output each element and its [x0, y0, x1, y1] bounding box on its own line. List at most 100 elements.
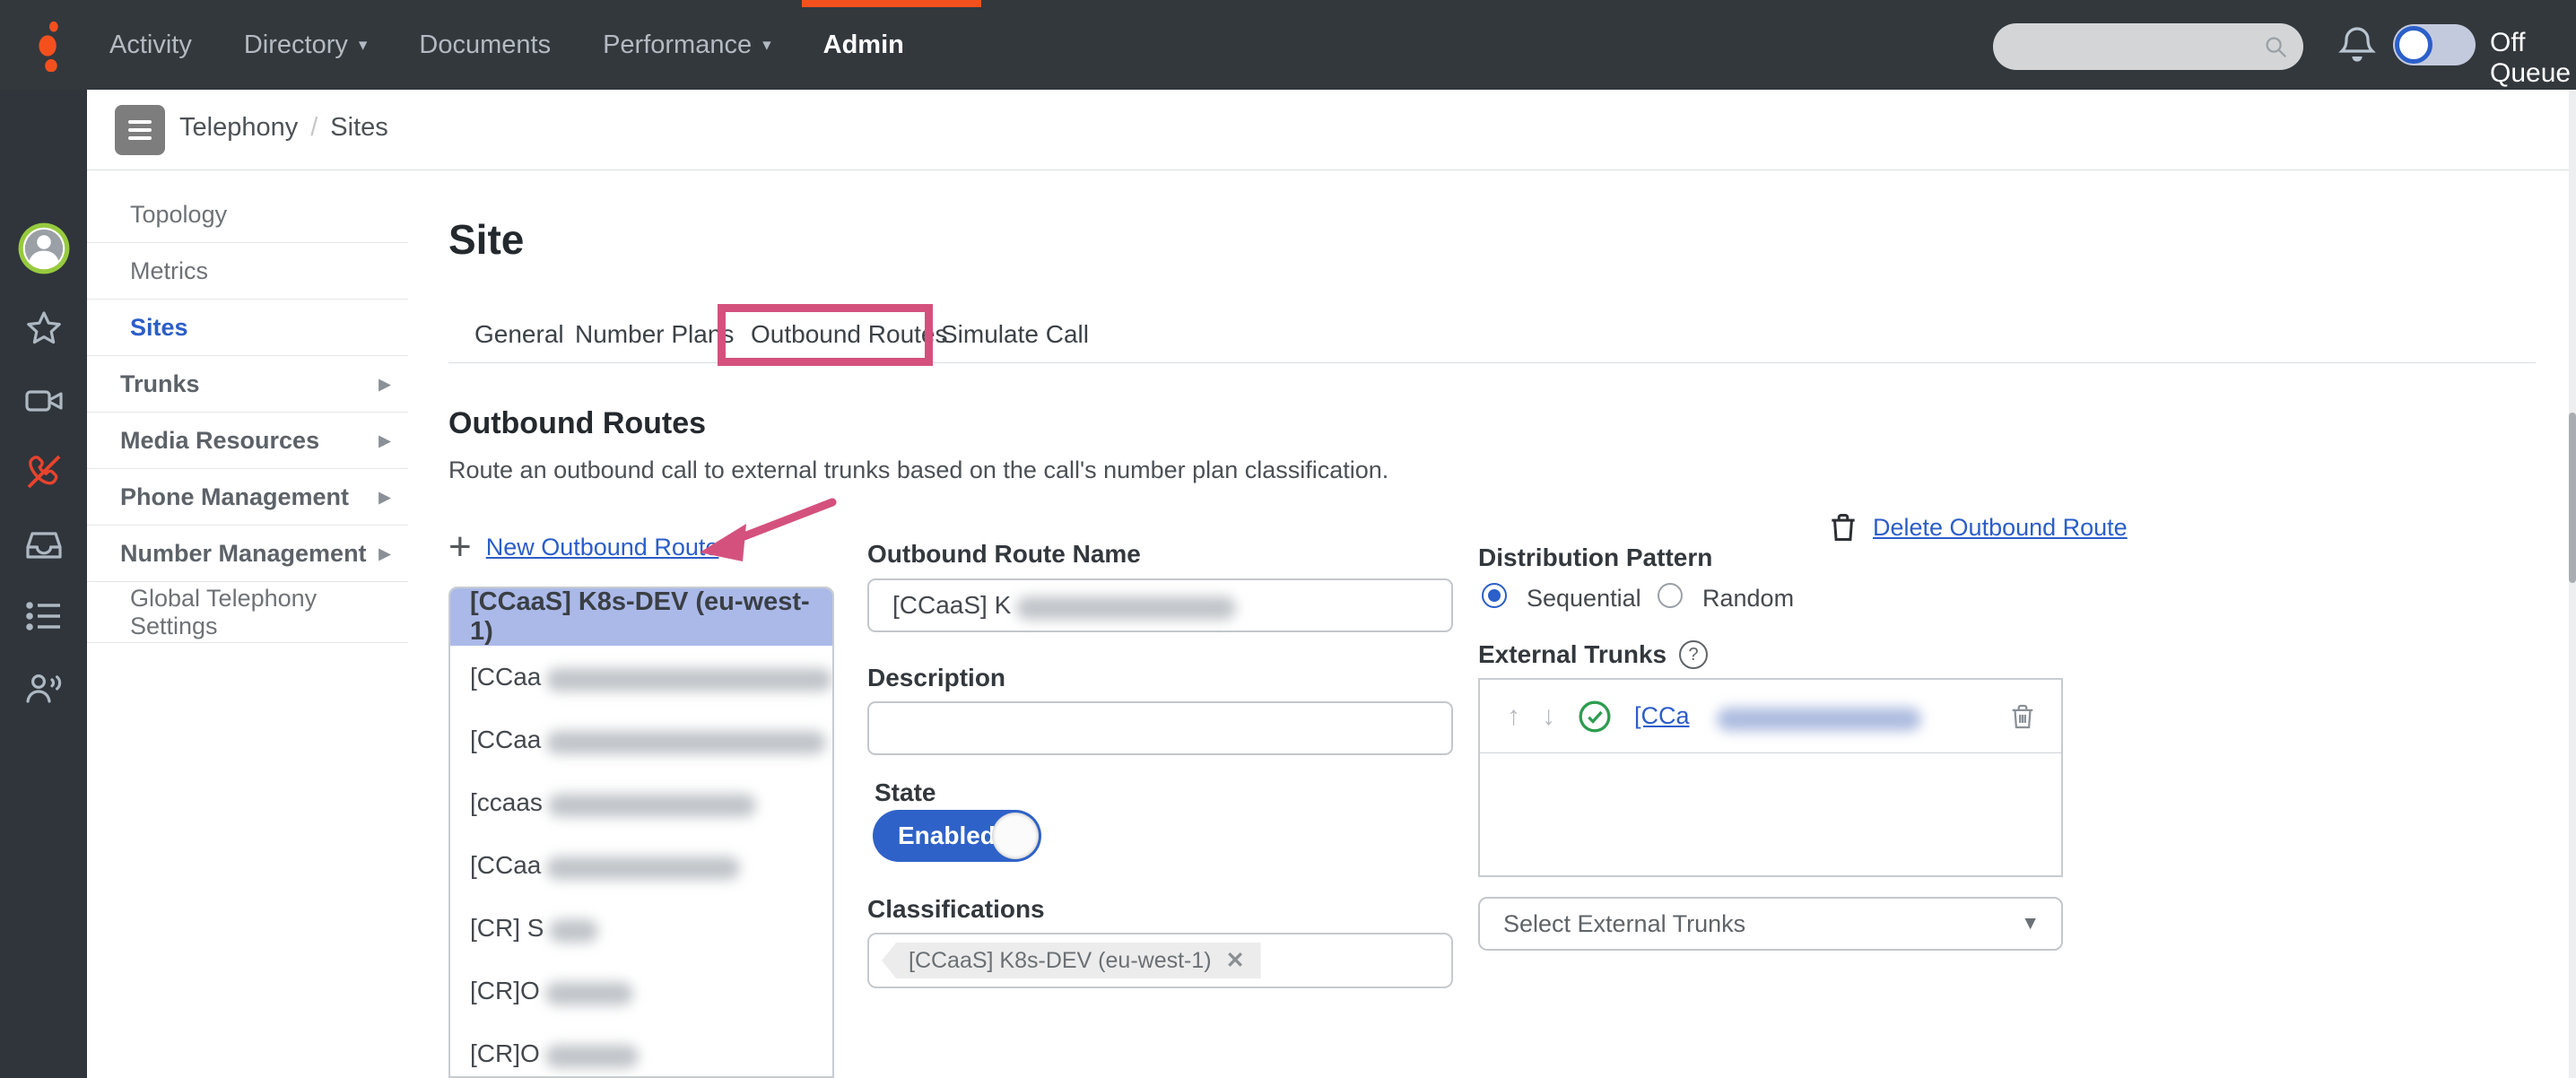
chevron-right-icon: ▸ — [379, 427, 390, 454]
breadcrumb-bar: Telephony / Sites — [87, 90, 2576, 170]
list-icon — [22, 595, 65, 638]
nav-item-performance[interactable]: Performance▾ — [603, 30, 771, 60]
sidebar-item-global-telephony-settings[interactable]: Global Telephony Settings — [87, 582, 408, 643]
left-icon-rail — [0, 90, 87, 1078]
select-external-trunks-dropdown[interactable]: Select External Trunks ▼ — [1478, 897, 2063, 951]
redacted-text — [549, 919, 598, 943]
sidebar-item-sites[interactable]: Sites — [87, 300, 408, 356]
new-outbound-route-button[interactable]: + New Outbound Route — [448, 529, 718, 565]
radio-sequential[interactable] — [1482, 583, 1507, 608]
move-down-icon[interactable]: ↓ — [1542, 701, 1555, 732]
check-circle-icon — [1577, 699, 1613, 735]
sidebar-item-trunks[interactable]: Trunks▸ — [87, 356, 408, 413]
trunk-row: ↑ ↓ [CCa — [1480, 680, 2061, 753]
description-input[interactable] — [867, 701, 1453, 755]
breadcrumb-page: Sites — [330, 113, 387, 143]
plus-icon: + — [448, 529, 472, 565]
sidebar-item-media-resources[interactable]: Media Resources▸ — [87, 413, 408, 469]
menu-toggle-button[interactable] — [115, 105, 165, 155]
route-name-label: Outbound Route Name — [867, 540, 1141, 569]
agent-speaking-button[interactable] — [0, 667, 87, 710]
route-name-input[interactable]: [CCaaS] K — [867, 578, 1453, 632]
redacted-text — [1717, 708, 1921, 731]
nav-item-activity[interactable]: Activity — [109, 30, 192, 60]
trunk-link[interactable]: [CCa — [1634, 702, 1690, 730]
tab-simulate-call[interactable]: Simulate Call — [941, 320, 1089, 349]
notifications-bell-icon[interactable] — [2336, 22, 2379, 67]
toggle-knob — [992, 813, 1039, 859]
lists-button[interactable] — [0, 595, 87, 638]
nav-item-documents[interactable]: Documents — [419, 30, 551, 60]
redacted-text — [546, 731, 826, 754]
page-scrollbar-thumb[interactable] — [2569, 413, 2576, 583]
section-description: Route an outbound call to external trunk… — [448, 456, 1388, 484]
classifications-input[interactable]: [CCaaS] K8s-DEV (eu-west-1) ✕ — [867, 933, 1453, 988]
breadcrumb-section[interactable]: Telephony — [179, 113, 298, 143]
route-list-item[interactable]: [ccaas — [450, 771, 832, 834]
search-input[interactable] — [2011, 27, 2253, 66]
sidebar-item-number-management[interactable]: Number Management▸ — [87, 526, 408, 582]
call-disabled-button[interactable] — [0, 450, 87, 493]
caret-down-icon: ▾ — [359, 35, 368, 56]
radio-sequential-label: Sequential — [1527, 585, 1641, 613]
annotation-highlight-box — [718, 304, 933, 366]
description-label: Description — [867, 664, 1005, 692]
chevron-right-icon: ▸ — [379, 483, 390, 510]
video-button[interactable] — [0, 379, 87, 422]
dropdown-caret-icon: ▼ — [2021, 913, 2040, 935]
radio-random-label: Random — [1702, 585, 1794, 613]
external-trunks-box: ↑ ↓ [CCa — [1478, 678, 2063, 877]
sidebar-item-phone-management[interactable]: Phone Management▸ — [87, 469, 408, 526]
queue-status-toggle[interactable] — [2393, 24, 2476, 65]
sidebar-item-topology[interactable]: Topology — [87, 187, 408, 243]
help-icon[interactable]: ? — [1679, 640, 1708, 669]
tab-general[interactable]: General — [474, 320, 564, 349]
inbox-button[interactable] — [0, 523, 87, 566]
redacted-text — [1016, 596, 1236, 620]
chevron-right-icon: ▸ — [379, 540, 390, 567]
classification-tag: [CCaaS] K8s-DEV (eu-west-1) ✕ — [882, 943, 1261, 978]
radio-random[interactable] — [1658, 583, 1683, 608]
genesys-logo-icon — [34, 20, 66, 72]
route-list-item-selected[interactable]: [CCaaS] K8s-DEV (eu-west-1) — [450, 588, 832, 646]
route-list-item[interactable]: [CR]O — [450, 1022, 832, 1078]
avatar-online-icon — [16, 221, 72, 276]
remove-trunk-trash-icon[interactable] — [2007, 700, 2038, 733]
nav-item-admin[interactable]: Admin — [823, 30, 904, 60]
person-sound-icon — [22, 667, 65, 710]
video-camera-icon — [22, 379, 65, 422]
route-list-item[interactable]: [CR]O — [450, 960, 832, 1022]
telephony-sidebar: Topology Metrics Sites Trunks▸ Media Res… — [87, 187, 408, 643]
classifications-label: Classifications — [867, 895, 1045, 924]
user-avatar[interactable] — [0, 221, 87, 276]
route-list-item[interactable]: [CCaa — [450, 834, 832, 897]
redacted-text — [548, 794, 756, 817]
favorites-button[interactable] — [0, 308, 87, 351]
route-list-item[interactable]: [CCaa — [450, 709, 832, 771]
state-toggle[interactable]: Enabled — [873, 810, 1041, 862]
remove-tag-icon[interactable]: ✕ — [1226, 947, 1245, 974]
route-list-item[interactable]: [CCaa — [450, 646, 832, 709]
delete-outbound-route-button[interactable]: Delete Outbound Route — [1826, 509, 2128, 545]
top-nav-bar: Activity Directory▾ Documents Performanc… — [0, 0, 2576, 90]
search-icon — [2262, 33, 2289, 60]
tab-number-plans[interactable]: Number Plans — [575, 320, 734, 349]
section-heading: Outbound Routes — [448, 406, 706, 441]
caret-down-icon: ▾ — [762, 35, 771, 56]
delete-outbound-route-label: Delete Outbound Route — [1873, 514, 2128, 542]
nav-item-directory[interactable]: Directory▾ — [244, 30, 368, 60]
breadcrumb-separator: / — [310, 113, 318, 143]
redacted-text — [545, 1045, 639, 1068]
route-list-item[interactable]: [CR] S — [450, 897, 832, 960]
sidebar-item-metrics[interactable]: Metrics — [87, 243, 408, 300]
redacted-text — [545, 982, 633, 1005]
trash-icon — [1826, 509, 1860, 545]
distribution-pattern-label: Distribution Pattern — [1478, 543, 1712, 572]
queue-status-label: Off Queue — [2490, 28, 2576, 89]
outbound-routes-list: [CCaaS] K8s-DEV (eu-west-1) [CCaa [CCaa … — [448, 587, 834, 1078]
global-search — [1993, 23, 2303, 70]
move-up-icon[interactable]: ↑ — [1507, 701, 1520, 732]
page-scrollbar-track[interactable] — [2569, 90, 2576, 1078]
state-label: State — [875, 778, 936, 807]
redacted-text — [546, 668, 832, 691]
